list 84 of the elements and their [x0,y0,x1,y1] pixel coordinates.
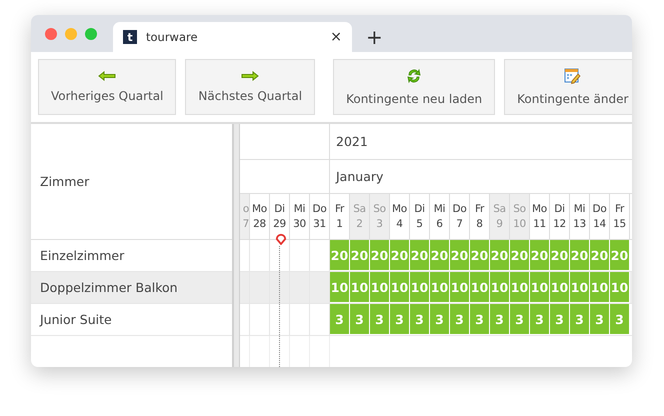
quota-cell[interactable]: 20 [590,240,610,271]
quota-cell[interactable]: 20 [330,240,350,271]
day-header: Di 5 [410,194,430,239]
quota-cell[interactable]: 10 [350,272,370,303]
today-marker-icon [275,232,287,245]
quota-cell[interactable]: 20 [610,240,630,271]
quota-cell[interactable]: 3 [430,304,450,335]
quota-cell[interactable]: 10 [550,272,570,303]
quota-cell[interactable]: 20 [410,240,430,271]
day-header: Di 12 [550,194,570,239]
day-header: Mo 11 [530,194,550,239]
new-tab-button[interactable]: + [366,25,383,49]
close-window-button[interactable] [45,28,57,40]
quota-cell[interactable]: 10 [530,272,550,303]
tab-title: tourware [146,30,199,44]
quota-cell[interactable]: 20 [530,240,550,271]
quota-cell[interactable]: 10 [610,272,630,303]
quota-cell[interactable]: 20 [350,240,370,271]
day-header: Do 7 [450,194,470,239]
quota-cell[interactable]: 3 [370,304,390,335]
refresh-icon [406,68,422,84]
day-header: Mi 30 [290,194,310,239]
minimize-window-button[interactable] [65,28,77,40]
day-header: o 7 [240,194,250,239]
quota-cell[interactable]: 3 [490,304,510,335]
day-header: Mi 6 [430,194,450,239]
quota-cell[interactable]: 10 [430,272,450,303]
quota-cell[interactable]: 3 [590,304,610,335]
quota-cell[interactable]: 3 [610,304,630,335]
close-tab-button[interactable]: × [330,29,342,45]
day-header: Fr 15 [610,194,630,239]
quota-cell[interactable]: 20 [450,240,470,271]
toolbar-button[interactable]: Nächstes Quartal [185,59,316,115]
quota-cell[interactable]: 10 [330,272,350,303]
quota-cell[interactable]: 10 [590,272,610,303]
quota-cell[interactable]: 3 [550,304,570,335]
month-header: January [334,168,384,186]
browser-tab[interactable]: t tourware × [113,22,352,52]
day-header: So 3 [370,194,390,239]
day-header: Mi 13 [570,194,590,239]
quota-cell[interactable]: 20 [390,240,410,271]
quota-cell[interactable]: 10 [410,272,430,303]
quota-cell[interactable]: 20 [490,240,510,271]
quota-cell[interactable]: 20 [510,240,530,271]
quota-cell[interactable]: 20 [470,240,490,271]
right-arrow-icon [241,71,260,81]
quota-cell[interactable]: 10 [390,272,410,303]
day-header: Do 14 [590,194,610,239]
quota-cell[interactable]: 10 [510,272,530,303]
quota-cell[interactable]: 10 [450,272,470,303]
quota-cell[interactable]: 3 [530,304,550,335]
quota-cell[interactable]: 3 [390,304,410,335]
quota-cell[interactable]: 20 [370,240,390,271]
day-header: So 10 [510,194,530,239]
quota-cell[interactable]: 3 [350,304,370,335]
site-logo: t [123,30,137,44]
room-name[interactable]: Doppelzimmer Balkon [31,272,232,304]
day-header: Mo 28 [250,194,270,239]
toolbar-button[interactable]: Kontingente neu laden [333,59,496,115]
day-header: Sa 2 [350,194,370,239]
quota-cell[interactable]: 20 [550,240,570,271]
day-header: Do 31 [310,194,330,239]
toolbar-button[interactable]: Vorheriges Quartal [38,59,176,115]
quota-cell[interactable]: 20 [570,240,590,271]
quota-cell[interactable]: 3 [570,304,590,335]
quota-cell[interactable]: 10 [470,272,490,303]
splitter[interactable] [232,124,240,367]
quota-cell[interactable]: 3 [510,304,530,335]
quota-cell[interactable]: 10 [570,272,590,303]
day-header: Sa 9 [490,194,510,239]
calendar-edit-icon [564,68,582,84]
left-arrow-icon [98,71,116,81]
quota-cell[interactable]: 20 [430,240,450,271]
quota-cell[interactable]: 3 [470,304,490,335]
quota-cell[interactable]: 10 [370,272,390,303]
maximize-window-button[interactable] [85,28,97,40]
quota-cell[interactable]: 3 [330,304,350,335]
toolbar-button[interactable]: Kontingente änder [504,59,632,115]
year-header: 2021 [335,133,369,151]
quota-cell[interactable]: 3 [450,304,470,335]
day-header: Mo 4 [390,194,410,239]
quota-cell[interactable]: 3 [410,304,430,335]
day-header: Di 29 [270,194,290,239]
quota-cell[interactable]: 10 [490,272,510,303]
